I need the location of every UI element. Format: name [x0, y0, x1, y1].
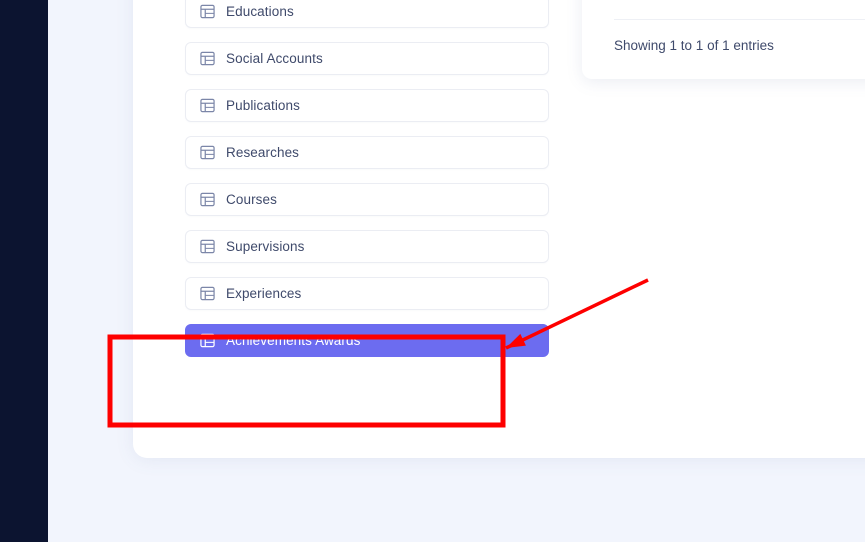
table-icon — [200, 145, 215, 160]
sidebar-item-publications[interactable]: Publications — [185, 89, 549, 122]
app-left-rail — [0, 0, 48, 542]
sidebar-item-achievements-awards[interactable]: Achievements Awards — [185, 324, 549, 357]
sidebar-item-label: Courses — [226, 192, 277, 207]
sidebar-item-label: Achievements Awards — [226, 333, 360, 348]
sidebar-item-supervisions[interactable]: Supervisions — [185, 230, 549, 263]
sidebar-item-courses[interactable]: Courses — [185, 183, 549, 216]
table-icon — [200, 98, 215, 113]
sidebar-item-label: Supervisions — [226, 239, 305, 254]
sidebar-item-label: Social Accounts — [226, 51, 323, 66]
sidebar-item-social-accounts[interactable]: Social Accounts — [185, 42, 549, 75]
sidebar-item-label: Publications — [226, 98, 300, 113]
achievements-table-card: 10 25 50 100 entries per page Serial — [582, 0, 865, 79]
table-icon — [200, 239, 215, 254]
sidebar-item-label: Educations — [226, 4, 294, 19]
main-content-area: Profiles Educations Social Acc — [48, 0, 865, 542]
sidebar-item-label: Researches — [226, 145, 299, 160]
table-body: 1 Saadman Sakib Special Mention — [614, 0, 865, 20]
cell-admin: Saadman Sakib — [717, 0, 863, 20]
showing-entries-text: Showing 1 to 1 of 1 entries — [614, 38, 865, 53]
section-nav-list: Profiles Educations Social Acc — [185, 0, 549, 371]
achievements-data-table: Serial Admin — [614, 0, 865, 20]
table-icon — [200, 51, 215, 66]
sidebar-item-educations[interactable]: Educations — [185, 0, 549, 28]
sidebar-item-researches[interactable]: Researches — [185, 136, 549, 169]
table-row[interactable]: 1 Saadman Sakib Special Mention — [614, 0, 865, 20]
sidebar-item-label: Experiences — [226, 286, 301, 301]
sidebar-item-experiences[interactable]: Experiences — [185, 277, 549, 310]
table-icon — [200, 286, 215, 301]
table-icon — [200, 4, 215, 19]
cell-serial: 1 — [614, 0, 717, 20]
settings-card: Profiles Educations Social Acc — [133, 0, 865, 458]
table-icon — [200, 192, 215, 207]
table-icon — [200, 333, 215, 348]
